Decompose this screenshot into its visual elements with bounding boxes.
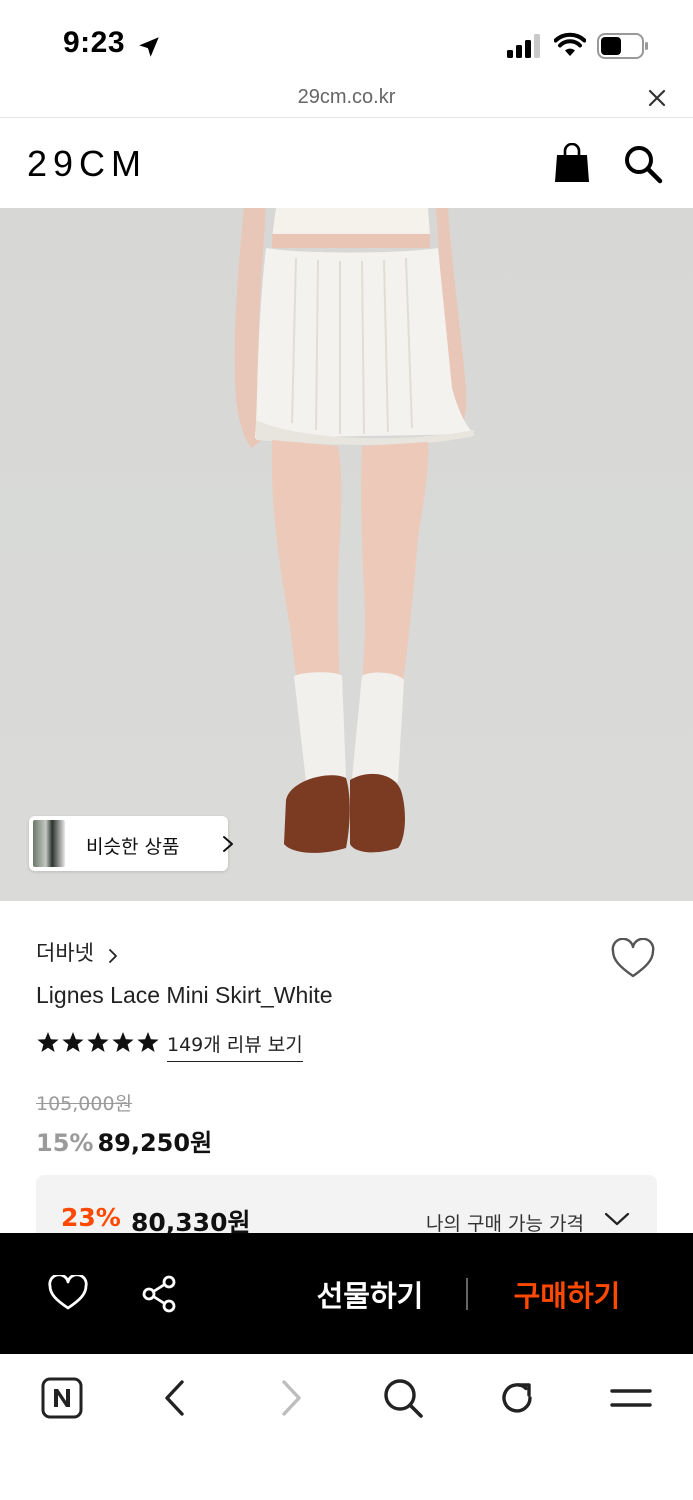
location-arrow-icon [139,37,159,57]
product-name: Lignes Lace Mini Skirt_White [36,982,333,1008]
star-icon [62,1032,84,1052]
my-discount-rate: 23% [61,1203,121,1232]
discount-rate: 15% [36,1129,94,1157]
original-price: 105,000원 [36,1093,133,1115]
review-link[interactable]: 149개 리뷰 보기 [167,1030,303,1062]
product-photo [234,208,474,853]
chevron-right-icon [109,948,117,963]
similar-products-button[interactable]: 비슷한 상품 [29,816,233,871]
cellular-signal-icon [507,34,540,58]
similar-product-thumbnail [33,820,65,867]
product-image[interactable] [0,208,693,901]
naver-home-icon[interactable] [40,1376,84,1420]
purchase-bar-divider [466,1278,468,1310]
brand-link[interactable]: 더바넷 [36,937,119,967]
gift-button[interactable]: 선물하기 [300,1273,440,1313]
menu-icon[interactable] [609,1376,653,1420]
search-icon[interactable] [623,144,663,184]
status-time: 9:23 [63,26,126,59]
chevron-right-icon [223,836,233,852]
browser-toolbar [0,1354,693,1500]
similar-products-label: 비슷한 상품 [86,836,180,858]
forward-icon [282,1380,301,1416]
search-icon[interactable] [381,1376,425,1420]
star-icon [137,1032,159,1052]
purchase-bar: 선물하기 구매하기 [0,1233,693,1354]
back-icon[interactable] [154,1376,198,1420]
star-icon [112,1032,134,1052]
close-icon[interactable] [645,86,669,110]
star-icon [37,1032,59,1052]
star-icon [87,1032,109,1052]
chevron-down-icon[interactable] [604,1211,630,1227]
like-heart-icon[interactable] [48,1275,88,1311]
battery-icon [597,33,648,59]
buy-button[interactable]: 구매하기 [497,1273,637,1313]
sale-price: 89,250원 [97,1129,213,1157]
site-logo[interactable]: 29CM [27,143,147,185]
wifi-icon [554,32,586,56]
brand-name[interactable]: 더바넷 [36,941,94,965]
shopping-bag-icon[interactable] [553,143,591,183]
refresh-icon[interactable] [495,1376,539,1420]
browser-url-bar[interactable]: 29cm.co.kr [0,80,693,118]
rating-stars [37,1032,159,1052]
share-icon[interactable] [140,1275,178,1313]
my-price-label[interactable]: 나의 구매 가능 가격 [426,1209,584,1236]
status-bar: 9:23 [0,0,693,80]
url-domain[interactable]: 29cm.co.kr [0,86,693,109]
price-row: 15% 89,250원 [36,1123,212,1158]
wishlist-heart-icon[interactable] [610,938,656,980]
site-header: 29CM [0,119,693,208]
